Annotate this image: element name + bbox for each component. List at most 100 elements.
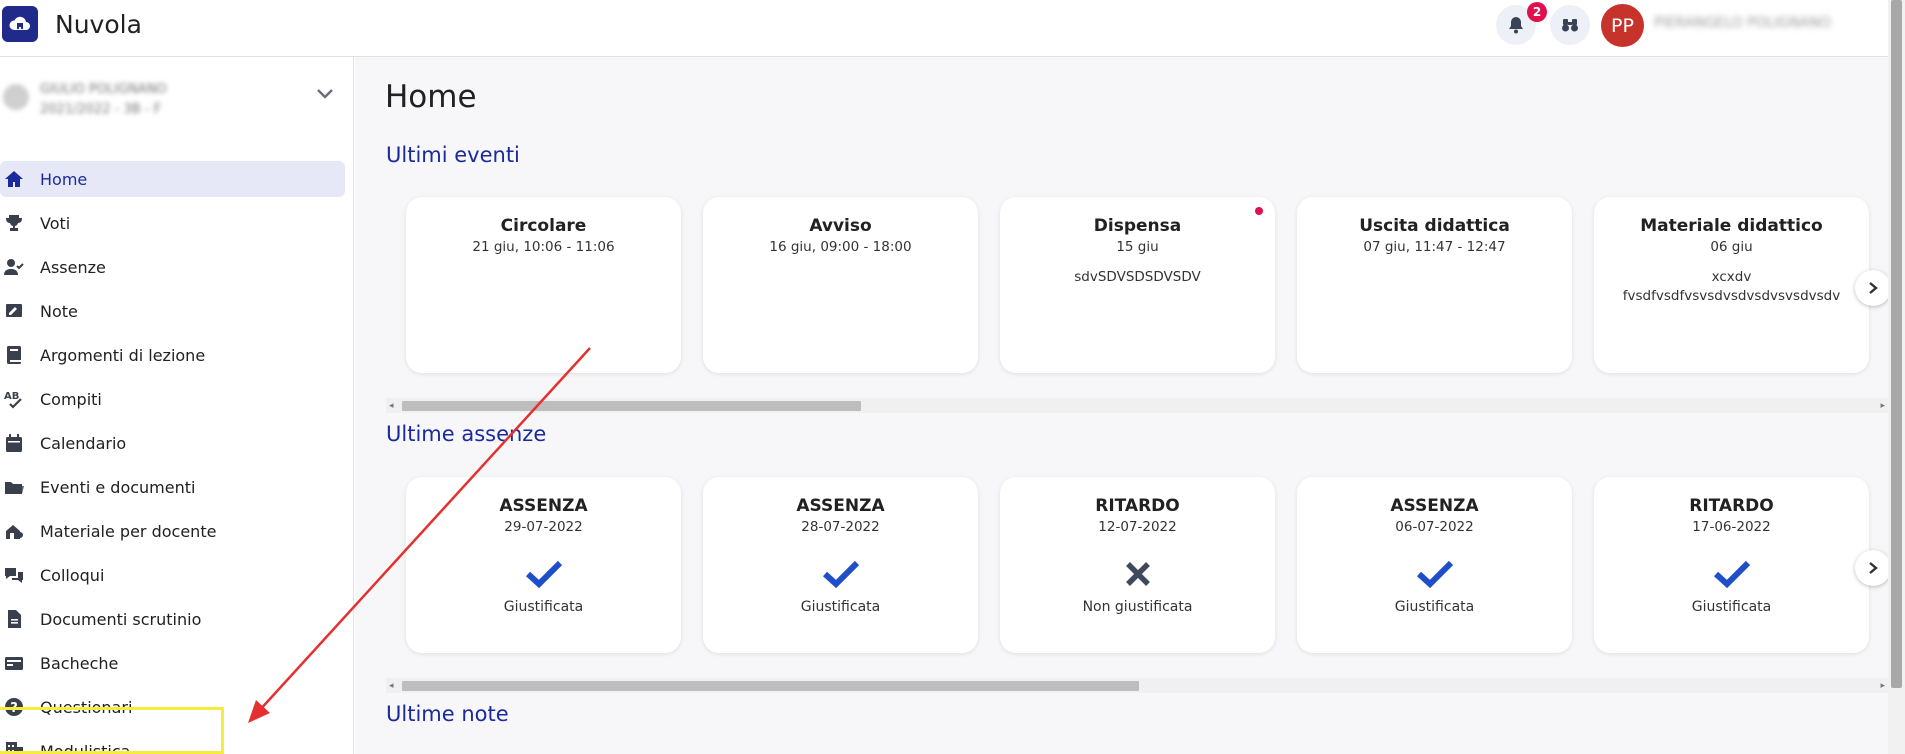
absences-horizontal-scrollbar[interactable]: ◂ ▸ <box>386 678 1888 693</box>
sidebar-item-label: Note <box>40 301 78 321</box>
user-name-menu[interactable]: PIERANGELO POLIGNANO <box>1654 15 1831 31</box>
page-scroll-thumb[interactable] <box>1891 0 1902 688</box>
event-description-line: fvsdfvsdfvsvsdvsdvsdvsvsdvsdv <box>1622 288 1841 304</box>
absence-card[interactable]: ASSENZA 29-07-2022 Giustificata <box>406 477 681 653</box>
sidebar-item-bacheche[interactable]: Bacheche <box>0 645 345 681</box>
absences-scroll-thumb[interactable] <box>402 681 1139 691</box>
event-card[interactable]: Uscita didattica 07 giu, 11:47 - 12:47 <box>1297 197 1572 373</box>
search-button[interactable] <box>1550 5 1590 45</box>
nuvola-logo-icon[interactable] <box>2 6 38 42</box>
notifications-badge: 2 <box>1527 2 1547 22</box>
sidebar-item-note[interactable]: Note <box>0 293 345 329</box>
book-icon <box>0 337 28 373</box>
sidebar-item-label: Documenti scrutinio <box>40 609 202 629</box>
chevron-right-icon <box>1869 562 1878 574</box>
chevron-right-icon <box>1869 282 1878 294</box>
event-title: Circolare <box>500 216 587 236</box>
sidebar-item-voti[interactable]: Voti <box>0 205 345 241</box>
sidebar-item-compiti[interactable]: AB Compiti <box>0 381 345 417</box>
event-title: Materiale didattico <box>1640 216 1823 236</box>
user-avatar[interactable]: PP <box>1601 4 1644 47</box>
event-card[interactable]: Avviso 16 giu, 09:00 - 18:00 <box>703 197 978 373</box>
event-card[interactable]: Materiale didattico 06 giu xcxdv fvsdfvsdfv… <box>1594 197 1869 373</box>
scroll-left-arrow-icon[interactable]: ◂ <box>389 681 394 691</box>
folder-icon <box>0 469 28 505</box>
sidebar-item-home[interactable]: Home <box>0 161 345 197</box>
absence-date: 29-07-2022 <box>504 519 583 535</box>
top-bar: Nuvola 2 PP PIERANGELO POLIGNANO <box>0 0 1888 57</box>
absence-status: Giustificata <box>800 599 881 615</box>
student-avatar <box>3 84 29 110</box>
sidebar-item-label: Colloqui <box>40 565 105 585</box>
absence-type: RITARDO <box>1095 496 1180 516</box>
sidebar-item-calendario[interactable]: Calendario <box>0 425 345 461</box>
absence-type: ASSENZA <box>499 496 588 516</box>
absence-type: ASSENZA <box>1390 496 1479 516</box>
user-check-icon <box>0 249 28 285</box>
event-date: 15 giu <box>1116 239 1159 255</box>
page-vertical-scrollbar[interactable] <box>1888 0 1905 754</box>
home-icon <box>0 161 28 197</box>
main-content: Home Ultimi eventi Circolare 21 giu, 10:0… <box>355 57 1891 754</box>
scroll-right-arrow-icon[interactable]: ▸ <box>1880 681 1885 691</box>
absence-card[interactable]: ASSENZA 06-07-2022 Giustificata <box>1297 477 1572 653</box>
sidebar-item-label: Compiti <box>40 389 102 409</box>
student-class: 2021/2022 - 3B - F <box>40 102 162 117</box>
sidebar-item-argomenti-di-lezione[interactable]: Argomenti di lezione <box>0 337 345 373</box>
event-description: xcxdv fvsdfvsdfvsvsdvsdvsdvsvsdvsdv <box>1594 268 1869 306</box>
absence-date: 12-07-2022 <box>1098 519 1177 535</box>
sidebar-item-label: Voti <box>40 213 71 233</box>
absence-status: Giustificata <box>1691 599 1772 615</box>
absences-next-button[interactable] <box>1855 550 1891 586</box>
events-next-button[interactable] <box>1855 270 1891 306</box>
trophy-icon <box>0 205 28 241</box>
absence-status: Giustificata <box>503 599 584 615</box>
event-title: Uscita didattica <box>1359 216 1510 236</box>
scroll-left-arrow-icon[interactable]: ◂ <box>389 401 394 411</box>
chat-icon <box>0 557 28 593</box>
sidebar-item-materiale-per-docente[interactable]: Materiale per docente <box>0 513 345 549</box>
sidebar-item-eventi-e-documenti[interactable]: Eventi e documenti <box>0 469 345 505</box>
sidebar-item-label: Home <box>40 169 88 189</box>
sidebar-item-documenti-scrutinio[interactable]: Documenti scrutinio <box>0 601 345 637</box>
event-date: 21 giu, 10:06 - 11:06 <box>472 239 615 255</box>
absence-type: RITARDO <box>1689 496 1774 516</box>
chevron-down-icon[interactable] <box>314 83 336 105</box>
event-date: 16 giu, 09:00 - 18:00 <box>769 239 912 255</box>
sidebar-item-label: Assenze <box>40 257 106 277</box>
event-card[interactable]: Dispensa 15 giu sdvSDVSDSDVSDV <box>1000 197 1275 373</box>
app-title: Nuvola <box>55 10 142 39</box>
absences-section-title: Ultime assenze <box>386 422 547 446</box>
sidebar-item-label: Materiale per docente <box>40 521 217 541</box>
absence-date: 17-06-2022 <box>1692 519 1771 535</box>
absence-date: 28-07-2022 <box>801 519 880 535</box>
events-section-title: Ultimi eventi <box>386 143 520 167</box>
note-icon <box>0 293 28 329</box>
sidebar-item-label: Bacheche <box>40 653 119 673</box>
absence-card[interactable]: RITARDO 17-06-2022 Giustificata <box>1594 477 1869 653</box>
sidebar-item-colloqui[interactable]: Colloqui <box>0 557 345 593</box>
events-scroll-thumb[interactable] <box>402 401 861 411</box>
absence-type: ASSENZA <box>796 496 885 516</box>
absence-card[interactable]: RITARDO 12-07-2022 Non giustificata <box>1000 477 1275 653</box>
event-card[interactable]: Circolare 21 giu, 10:06 - 11:06 <box>406 197 681 373</box>
event-date: 06 giu <box>1710 239 1753 255</box>
event-title: Dispensa <box>1093 216 1182 236</box>
modulistica-highlight-box <box>0 707 224 754</box>
teacher-material-icon <box>0 513 28 549</box>
document-icon <box>0 601 28 637</box>
check-icon <box>821 557 861 591</box>
sidebar-item-assenze[interactable]: Assenze <box>0 249 345 285</box>
absence-status: Giustificata <box>1394 599 1475 615</box>
event-description: sdvSDVSDSDVSDV <box>1000 268 1275 287</box>
student-selector[interactable]: GIULIO POLIGNANO 2021/2022 - 3B - F <box>0 77 354 125</box>
event-title: Avviso <box>809 216 872 236</box>
svg-text:AB: AB <box>4 391 19 402</box>
events-horizontal-scrollbar[interactable]: ◂ ▸ <box>386 398 1888 413</box>
binoculars-icon <box>1562 19 1578 32</box>
check-icon <box>1712 557 1752 591</box>
absence-card[interactable]: ASSENZA 28-07-2022 Giustificata <box>703 477 978 653</box>
scroll-right-arrow-icon[interactable]: ▸ <box>1880 401 1885 411</box>
sidebar: GIULIO POLIGNANO 2021/2022 - 3B - F Home… <box>0 57 354 754</box>
bell-icon <box>1509 17 1523 34</box>
